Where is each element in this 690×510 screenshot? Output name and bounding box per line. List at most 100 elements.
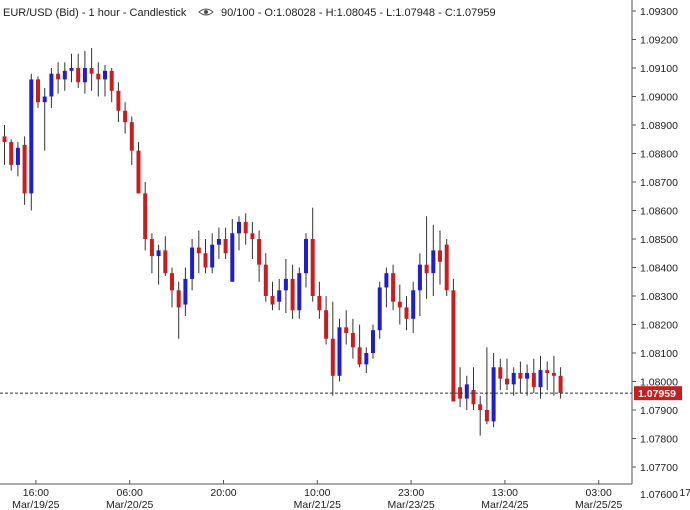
- price-tick-label: 1.09200: [640, 35, 678, 47]
- price-tick-label: 1.08300: [640, 291, 678, 303]
- candle-up[interactable]: [511, 372, 516, 385]
- candle-up[interactable]: [417, 264, 422, 291]
- price-tick-label: 1.09300: [640, 6, 678, 18]
- candle-down[interactable]: [163, 250, 168, 274]
- candle-up[interactable]: [210, 244, 215, 268]
- candle-down[interactable]: [2, 136, 7, 143]
- candle-down[interactable]: [505, 378, 509, 385]
- candle-down[interactable]: [76, 68, 81, 83]
- candle-down[interactable]: [263, 264, 268, 296]
- candle-up[interactable]: [377, 287, 382, 331]
- candle-down[interactable]: [391, 273, 396, 302]
- candle-down[interactable]: [518, 372, 523, 379]
- candle-down[interactable]: [484, 410, 489, 422]
- candle-up[interactable]: [82, 68, 87, 83]
- candle-down[interactable]: [250, 233, 255, 239]
- candle-down[interactable]: [344, 327, 349, 334]
- candle-down[interactable]: [170, 273, 174, 291]
- candle-down[interactable]: [478, 404, 483, 410]
- candle-down[interactable]: [404, 307, 409, 319]
- candle-down[interactable]: [143, 193, 148, 239]
- candle-up[interactable]: [464, 384, 469, 399]
- ohlc-readout: 90/100 - O:1.08028 - H:1.08045 - L:1.079…: [221, 7, 496, 19]
- candle-down[interactable]: [9, 142, 14, 165]
- date-tick-label: Mar/19/25: [12, 499, 59, 510]
- candle-down[interactable]: [22, 144, 27, 194]
- candle-up[interactable]: [183, 278, 188, 305]
- candle-down[interactable]: [290, 278, 295, 311]
- candle-up[interactable]: [49, 73, 54, 97]
- candle-down[interactable]: [444, 244, 449, 291]
- last-price-tag: 1.07959: [634, 386, 682, 401]
- candle-up[interactable]: [15, 147, 20, 165]
- candle-up[interactable]: [230, 233, 235, 282]
- candle-down[interactable]: [149, 239, 154, 257]
- candle-up[interactable]: [103, 70, 107, 80]
- candle-up[interactable]: [42, 96, 47, 103]
- candle-down[interactable]: [471, 390, 476, 405]
- time-tick-label: 17:00: [679, 487, 690, 499]
- candle-down[interactable]: [36, 79, 40, 103]
- candle-up[interactable]: [337, 327, 342, 376]
- time-tick-label: 13:00: [492, 487, 518, 499]
- candle-down[interactable]: [257, 239, 262, 265]
- candle-up[interactable]: [277, 290, 282, 302]
- candle-up[interactable]: [216, 239, 221, 245]
- candle-up[interactable]: [525, 372, 530, 379]
- price-tick-label: 1.08800: [640, 149, 678, 161]
- candle-up[interactable]: [283, 278, 288, 291]
- candle-up[interactable]: [297, 273, 302, 311]
- chart-window: EUR/USD (Bid) - 1 hour - Candlestick 90/…: [0, 0, 690, 510]
- price-tick-label: 1.08100: [640, 348, 678, 360]
- candle-down[interactable]: [123, 110, 128, 123]
- candle-down[interactable]: [109, 70, 114, 91]
- candle-down[interactable]: [451, 290, 456, 402]
- candle-up[interactable]: [237, 221, 241, 234]
- candle-down[interactable]: [558, 375, 563, 393]
- price-tick-label: 1.08700: [640, 177, 678, 189]
- price-tick-label: 1.08200: [640, 320, 678, 332]
- candle-down[interactable]: [350, 333, 355, 348]
- candle-up[interactable]: [411, 290, 416, 319]
- candle-down[interactable]: [531, 372, 536, 388]
- candle-up[interactable]: [371, 330, 375, 353]
- candle-up[interactable]: [384, 273, 389, 288]
- candle-up[interactable]: [304, 239, 308, 274]
- candle-down[interactable]: [545, 370, 550, 373]
- candle-down[interactable]: [176, 290, 181, 308]
- candle-down[interactable]: [89, 68, 94, 74]
- candle-down[interactable]: [203, 253, 208, 268]
- candle-up[interactable]: [431, 250, 436, 274]
- candle-up[interactable]: [156, 250, 161, 257]
- candle-up[interactable]: [62, 70, 67, 80]
- candle-down[interactable]: [310, 239, 315, 296]
- candle-down[interactable]: [243, 221, 248, 234]
- candle-up[interactable]: [29, 79, 34, 194]
- last-price-label: 1.07959: [638, 388, 676, 400]
- candle-down[interactable]: [196, 247, 201, 254]
- candle-down[interactable]: [324, 310, 329, 339]
- candlestick-chart[interactable]: EUR/USD (Bid) - 1 hour - Candlestick 90/…: [0, 0, 690, 510]
- candle-down[interactable]: [397, 301, 402, 308]
- candle-up[interactable]: [364, 353, 369, 365]
- candle-down[interactable]: [551, 372, 556, 376]
- candle-down[interactable]: [317, 296, 322, 311]
- price-tick-label: 1.08600: [640, 206, 678, 218]
- candle-down[interactable]: [129, 122, 134, 151]
- candle-up[interactable]: [538, 370, 543, 388]
- candle-down[interactable]: [330, 338, 335, 376]
- candle-down[interactable]: [357, 347, 362, 365]
- candle-up[interactable]: [190, 247, 195, 279]
- candle-down[interactable]: [438, 250, 442, 262]
- candle-down[interactable]: [96, 73, 101, 80]
- candle-down[interactable]: [56, 73, 61, 80]
- candle-down[interactable]: [270, 296, 275, 305]
- candle-down[interactable]: [223, 239, 228, 254]
- candle-up[interactable]: [491, 367, 496, 422]
- price-tick-label: 1.07900: [640, 405, 678, 417]
- candle-down[interactable]: [498, 367, 503, 379]
- candle-down[interactable]: [116, 90, 121, 111]
- candle-down[interactable]: [424, 264, 429, 274]
- candle-up[interactable]: [69, 68, 74, 71]
- candle-down[interactable]: [136, 150, 141, 194]
